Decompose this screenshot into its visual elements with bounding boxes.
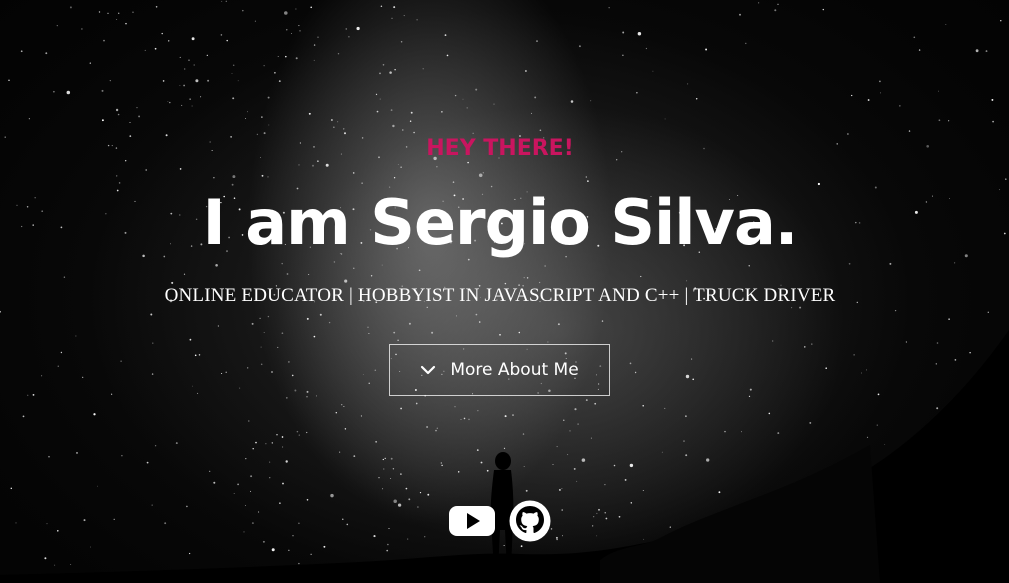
youtube-icon xyxy=(449,506,495,536)
github-link[interactable] xyxy=(509,500,551,547)
more-about-me-label: More About Me xyxy=(450,360,579,380)
tagline: ONLINE EDUCATOR | HOBBYIST IN JAVASCRIPT… xyxy=(164,285,836,306)
youtube-link[interactable] xyxy=(449,503,495,544)
chevron-down-icon xyxy=(421,365,436,375)
hero-section: HEY THERE! I am Sergio Silva. ONLINE EDU… xyxy=(0,0,1009,583)
page-title: I am Sergio Silva. xyxy=(202,186,799,259)
greeting-eyebrow: HEY THERE! xyxy=(426,136,574,161)
github-icon xyxy=(509,500,551,542)
more-about-me-button[interactable]: More About Me xyxy=(389,344,610,396)
social-links xyxy=(449,500,551,547)
